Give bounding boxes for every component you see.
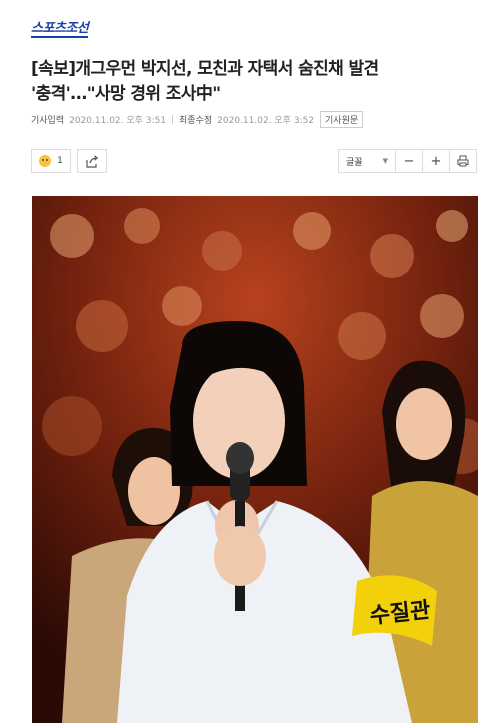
reaction-count: 1: [57, 156, 63, 166]
published-label: 기사입력: [31, 115, 65, 126]
font-increase-button[interactable]: +: [422, 149, 450, 173]
article-meta: 기사입력 2020.11.02. 오후 3:51 최종수정 2020.11.02…: [31, 110, 364, 128]
modified-label: 최종수정: [179, 115, 213, 126]
modified-date: 2020.11.02. 오후 3:52: [217, 115, 315, 126]
font-select-button[interactable]: 글꼴 ▼: [338, 149, 396, 173]
headline-line-1: [속보]개그우먼 박지선, 모친과 자택서 숨진채 발견: [31, 59, 379, 79]
article-headline: [속보]개그우먼 박지선, 모친과 자택서 숨진채 발견 '충격'…"사망 경위…: [31, 57, 476, 107]
meta-divider: [172, 114, 174, 124]
original-article-link[interactable]: 기사원문: [320, 110, 364, 128]
site-logo[interactable]: 스포츠조선: [31, 22, 89, 38]
chevron-down-icon: ▼: [382, 157, 388, 165]
share-button[interactable]: [77, 149, 107, 173]
reaction-button[interactable]: 1: [31, 149, 71, 173]
article-toolbar: 1 글꼴 ▼ − +: [31, 149, 477, 175]
article-photo: 수질관: [32, 196, 478, 723]
published-date: 2020.11.02. 오후 3:51: [69, 115, 167, 126]
sad-face-icon: [39, 155, 52, 167]
headline-line-2: '충격'…"사망 경위 조사中": [31, 84, 221, 104]
photo-illustration: 수질관: [32, 196, 478, 723]
print-icon: [457, 155, 469, 167]
font-label: 글꼴: [346, 157, 363, 168]
print-button[interactable]: [449, 149, 477, 173]
font-decrease-button[interactable]: −: [395, 149, 423, 173]
share-icon: [86, 154, 99, 168]
